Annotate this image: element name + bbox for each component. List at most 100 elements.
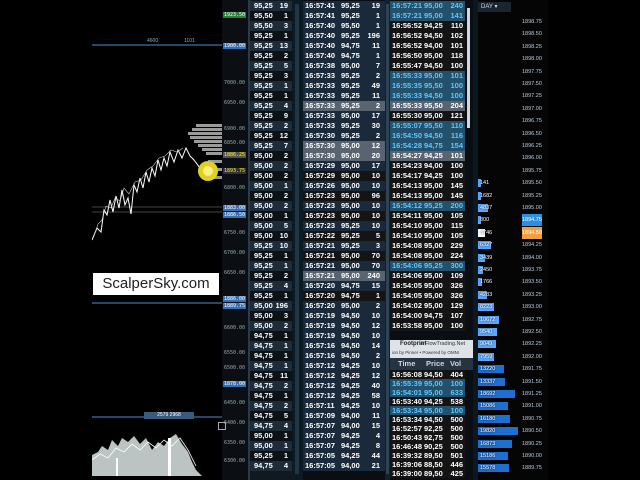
dom-row[interactable]: 95,50 3 xyxy=(250,21,292,31)
dom-row[interactable]: 95,00 2 xyxy=(250,151,292,161)
table-row[interactable]: 16:54:28 94,75 154 xyxy=(390,141,465,151)
table-row[interactable]: 16:57:21 95,00 141 xyxy=(390,11,465,21)
ts2-scrollbar[interactable] xyxy=(466,0,471,340)
table-row[interactable]: 16:57:19 94,50 10 xyxy=(303,331,385,341)
large-trades-table[interactable]: 16:57:21 95,00 240 16:57:21 95,00 141 16:56:52… xyxy=(390,0,473,340)
table-row[interactable]: 16:55:47 94,50 100 xyxy=(390,61,465,71)
dom-row[interactable]: 94,75 2 xyxy=(250,381,292,391)
table-row[interactable]: 16:54:13 95,00 145 xyxy=(390,191,465,201)
table-row[interactable]: 16:52:57 92,25 500 xyxy=(390,424,465,433)
dom-row[interactable]: 95,00 10 xyxy=(250,231,292,241)
ts1-scrollbar[interactable] xyxy=(386,0,389,480)
dom-row[interactable]: 95,00 2 xyxy=(250,201,292,211)
table-row[interactable]: 16:57:07 94,00 15 xyxy=(303,421,385,431)
table-row[interactable]: 16:54:00 94,75 107 xyxy=(390,311,465,321)
vol-row[interactable]: 800 1894.75 xyxy=(478,214,548,227)
table-row[interactable]: 16:57:40 94,75 1 xyxy=(303,51,385,61)
table-row[interactable]: 16:57:26 95,00 10 xyxy=(303,181,385,191)
table-row[interactable]: 16:57:41 95,25 1 xyxy=(303,11,385,21)
dom-row[interactable]: 95,25 7 xyxy=(250,141,292,151)
table-row[interactable]: 16:57:07 94,25 8 xyxy=(303,441,385,451)
table-row[interactable]: 16:57:16 94,50 14 xyxy=(303,341,385,351)
dom-row[interactable]: 95,25 2 xyxy=(250,51,292,61)
table-row[interactable]: 16:57:20 94,75 15 xyxy=(303,281,385,291)
dom-row[interactable]: 95,25 5 xyxy=(250,61,292,71)
table-row[interactable]: 16:57:33 95,00 17 xyxy=(303,111,385,121)
table-row[interactable]: 16:55:07 95,50 110 xyxy=(390,121,465,131)
dom-row[interactable]: 94,75 1 xyxy=(250,361,292,371)
table-row[interactable]: 16:54:05 95,00 326 xyxy=(390,291,465,301)
dom-row[interactable]: 94,75 4 xyxy=(250,461,292,471)
table-row[interactable]: 16:55:35 95,50 100 xyxy=(390,81,465,91)
table-row[interactable]: 16:57:12 94,25 10 xyxy=(303,361,385,371)
table-row[interactable]: 16:56:08 94,50 404 xyxy=(390,370,465,379)
table-row[interactable]: 16:53:40 94,25 538 xyxy=(390,397,465,406)
table-row[interactable]: 16:54:17 94,25 100 xyxy=(390,171,465,181)
table-row[interactable]: 16:57:07 94,25 4 xyxy=(303,431,385,441)
table-row[interactable]: 16:57:19 94,50 12 xyxy=(303,321,385,331)
vol-row[interactable]: 3439 1894.00 xyxy=(478,252,548,264)
dom-row[interactable]: 94,75 2 xyxy=(250,401,292,411)
table-row[interactable]: 16:57:20 94,75 1 xyxy=(303,291,385,301)
table-row[interactable]: 16:54:02 95,00 129 xyxy=(390,301,465,311)
table-row[interactable]: 16:57:19 94,50 10 xyxy=(303,311,385,321)
table-row[interactable]: 16:57:22 95,25 5 xyxy=(303,231,385,241)
table-row[interactable]: 16:57:30 95,00 20 xyxy=(303,151,385,161)
vol-row[interactable]: 8223 1893.00 xyxy=(478,301,548,313)
vol-row[interactable]: 1897.25 xyxy=(478,90,548,102)
table-row[interactable]: 16:57:21 95,00 240 xyxy=(303,271,385,281)
dom-row[interactable]: 95,50 1 xyxy=(250,11,292,21)
table-row[interactable]: 16:57:40 95,50 1 xyxy=(303,21,385,31)
volume-period-select[interactable]: DAY ▾ xyxy=(478,2,511,12)
vol-row[interactable]: 1896.25 xyxy=(478,140,548,152)
table-row[interactable]: 16:55:33 95,00 101 xyxy=(390,71,465,81)
table-row[interactable]: 16:53:58 95,00 100 xyxy=(390,321,465,331)
dom-row[interactable]: 95,25 10 xyxy=(250,241,292,251)
dom-row[interactable]: 94,75 5 xyxy=(250,411,292,421)
vol-row[interactable]: 19820 1890.50 xyxy=(478,425,548,437)
table-row[interactable]: 16:57:33 95,25 11 xyxy=(303,91,385,101)
table-row[interactable]: 16:57:33 95,25 30 xyxy=(303,121,385,131)
dom-row[interactable]: 95,00 1 xyxy=(250,441,292,451)
table-row[interactable]: 16:57:21 95,25 3 xyxy=(303,241,385,251)
table-row[interactable]: 16:57:23 95,00 10 xyxy=(303,211,385,221)
vol-row[interactable]: 1896.50 xyxy=(478,128,548,140)
table-row[interactable]: 16:56:50 95,00 118 xyxy=(390,51,465,61)
dom-row[interactable]: 95,25 1 xyxy=(250,31,292,41)
vol-row[interactable]: 13337 1891.50 xyxy=(478,376,548,388)
dom-row[interactable]: 95,25 9 xyxy=(250,111,292,121)
vol-row[interactable]: 9049 1892.25 xyxy=(478,338,548,350)
table-row[interactable]: 16:57:33 95,25 2 xyxy=(303,71,385,81)
vol-row[interactable]: 9540 1892.50 xyxy=(478,326,548,338)
dom-ladder[interactable]: 95,25 19 95,50 1 95,50 3 95,25 1 95,25 13 95,25 2 95… xyxy=(250,0,292,480)
vol-row[interactable]: 13220 1891.75 xyxy=(478,363,548,375)
settings-icon[interactable] xyxy=(218,422,226,430)
dom-row[interactable]: 95,25 1 xyxy=(250,251,292,261)
table-row[interactable]: 16:57:12 94,25 12 xyxy=(303,371,385,381)
dom-row[interactable]: 95,25 1 xyxy=(250,261,292,271)
table-row[interactable]: 16:57:23 95,00 10 xyxy=(303,201,385,211)
dom-row[interactable]: 95,00 3 xyxy=(250,311,292,321)
table-row[interactable]: 16:57:12 94,25 58 xyxy=(303,391,385,401)
dom-row[interactable]: 94,75 1 xyxy=(250,391,292,401)
vol-row[interactable]: 18692 1891.25 xyxy=(478,388,548,400)
table-row[interactable]: 16:55:33 94,50 100 xyxy=(390,91,465,101)
table-row[interactable]: 16:57:33 95,25 2 xyxy=(303,101,385,111)
table-row[interactable]: 16:57:29 95,00 17 xyxy=(303,161,385,171)
dom-row[interactable]: 95,00 2 xyxy=(250,321,292,331)
dom-row[interactable]: 95,25 1 xyxy=(250,451,292,461)
vol-row[interactable]: 15086 1891.00 xyxy=(478,400,548,412)
dom-row[interactable]: 94,75 4 xyxy=(250,421,292,431)
dom-row[interactable]: 95,00 5 xyxy=(250,221,292,231)
vol-row[interactable]: 3746 1894.50 xyxy=(478,226,548,239)
dom-row[interactable]: 95,00 2 xyxy=(250,161,292,171)
table-row[interactable]: 16:46:48 90,25 500 xyxy=(390,442,465,451)
table-row[interactable]: 16:54:23 94,00 100 xyxy=(390,161,465,171)
dom-row[interactable]: 95,25 19 xyxy=(250,1,292,11)
table-row[interactable]: 16:55:30 95,00 121 xyxy=(390,111,465,121)
table-row[interactable]: 16:57:38 95,00 7 xyxy=(303,61,385,71)
vol-row[interactable]: 1896.75 xyxy=(478,115,548,127)
vol-row[interactable]: 1898.00 xyxy=(478,53,548,65)
dom-row[interactable]: 94,75 1 xyxy=(250,331,292,341)
dom-row[interactable]: 95,25 3 xyxy=(250,71,292,81)
